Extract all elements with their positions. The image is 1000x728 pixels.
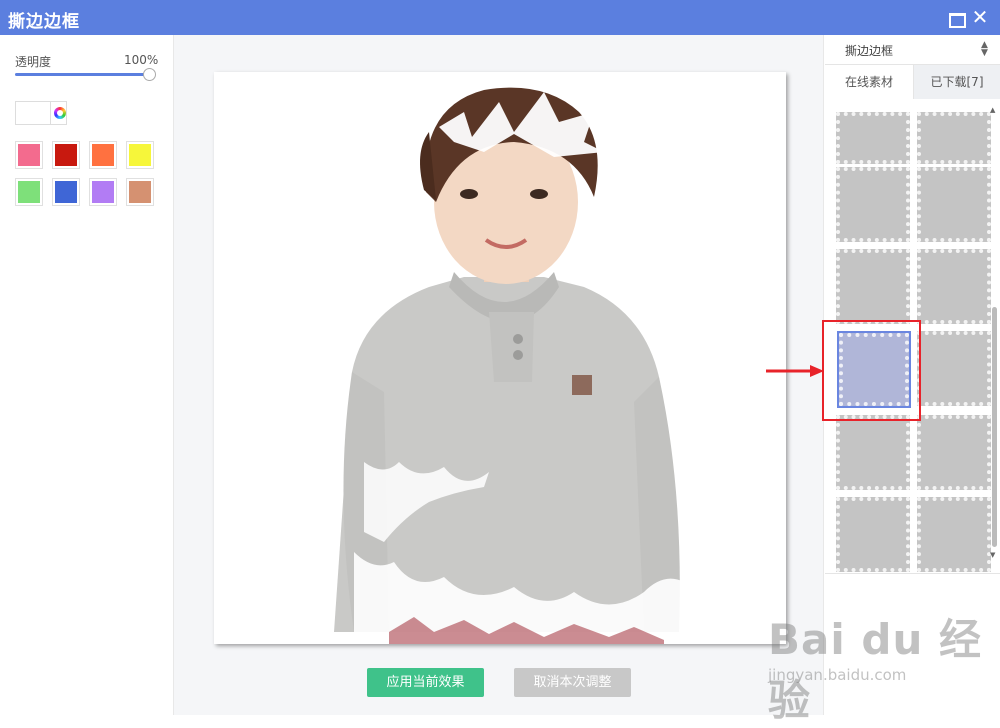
- color-swatch[interactable]: [52, 141, 80, 169]
- swatch-color: [18, 144, 40, 166]
- opacity-value: 100%: [124, 53, 159, 67]
- swatch-color: [92, 144, 114, 166]
- apply-effect-button[interactable]: 应用当前效果: [367, 668, 484, 697]
- frame-thumbnail[interactable]: [917, 112, 991, 164]
- cancel-adjust-button[interactable]: 取消本次调整: [514, 668, 631, 697]
- color-swatch[interactable]: [89, 178, 117, 206]
- preview-area: 应用当前效果 取消本次调整: [173, 35, 824, 715]
- opacity-slider-knob[interactable]: [143, 68, 156, 81]
- frame-thumbnail[interactable]: [917, 167, 991, 242]
- right-panel: 撕边边框 ▲ ▼ 在线素材 已下载[7] ▲ ▼: [825, 35, 1000, 715]
- swatch-color: [129, 181, 151, 203]
- frame-gallery: [825, 99, 1000, 574]
- scroll-down-icon[interactable]: ▼: [990, 551, 995, 559]
- tab-online-materials[interactable]: 在线素材: [825, 65, 914, 99]
- color-swatch[interactable]: [126, 141, 154, 169]
- color-swatch[interactable]: [15, 141, 43, 169]
- title-bar: 撕边边框 ✕: [0, 0, 1000, 35]
- close-icon[interactable]: ✕: [971, 7, 989, 27]
- window-title: 撕边边框: [8, 12, 80, 32]
- frame-thumbnail[interactable]: [836, 249, 910, 324]
- color-swatch[interactable]: [126, 178, 154, 206]
- category-dropdown[interactable]: 撕边边框 ▲ ▼: [825, 35, 1000, 65]
- frame-thumbnail[interactable]: [836, 415, 910, 490]
- opacity-slider-track[interactable]: [15, 73, 151, 76]
- frame-thumbnail[interactable]: [917, 415, 991, 490]
- color-swatch[interactable]: [52, 178, 80, 206]
- swatch-color: [55, 181, 77, 203]
- scroll-up-icon[interactable]: ▲: [990, 106, 995, 114]
- boy-photo-image: [334, 87, 684, 644]
- swatch-color: [55, 144, 77, 166]
- left-panel: 透明度 100%: [0, 35, 173, 715]
- color-swatch[interactable]: [89, 141, 117, 169]
- frame-thumbnail[interactable]: [917, 497, 991, 572]
- swatch-color: [18, 181, 40, 203]
- frame-thumbnail[interactable]: [836, 497, 910, 572]
- frame-thumbnail[interactable]: [836, 112, 910, 164]
- opacity-label: 透明度: [15, 55, 52, 69]
- custom-color-picker[interactable]: [15, 101, 67, 125]
- gallery-scrollbar-thumb[interactable]: [992, 307, 997, 547]
- sort-arrows-icon: ▲ ▼: [981, 40, 988, 58]
- swatch-color: [129, 144, 151, 166]
- preview-canvas: [214, 72, 786, 644]
- color-wheel-icon[interactable]: [54, 107, 66, 119]
- frame-thumbnail[interactable]: [836, 167, 910, 242]
- color-swatch[interactable]: [15, 178, 43, 206]
- frame-thumbnail[interactable]: [837, 331, 911, 408]
- picker-divider: [50, 102, 51, 124]
- frame-thumbnail[interactable]: [917, 331, 991, 406]
- frame-thumbnail[interactable]: [917, 249, 991, 324]
- maximize-icon[interactable]: [947, 9, 966, 28]
- category-value: 撕边边框: [845, 44, 894, 58]
- swatch-color: [92, 181, 114, 203]
- tab-downloaded[interactable]: 已下载[7]: [914, 65, 1000, 99]
